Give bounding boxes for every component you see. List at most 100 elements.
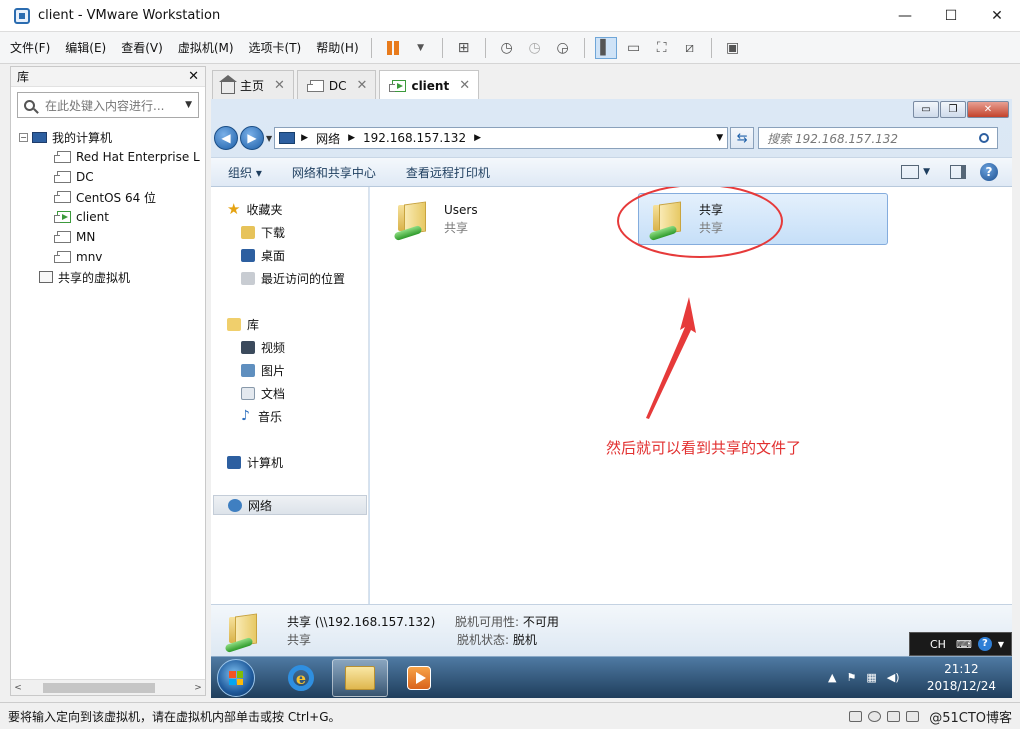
help-icon[interactable]: ?: [980, 163, 998, 181]
chevron-down-icon[interactable]: ▼: [998, 640, 1004, 649]
show-hidden-icons-icon[interactable]: ▲: [828, 671, 836, 684]
pause-dropdown-button[interactable]: ▼: [410, 37, 432, 59]
videos-icon: [241, 340, 255, 354]
scroll-right-icon[interactable]: >: [191, 683, 205, 693]
desktop-icon: [241, 248, 255, 262]
tree-vm-item-active[interactable]: client: [11, 207, 205, 227]
menu-vm[interactable]: 虚拟机(M): [173, 39, 239, 56]
nav-recent[interactable]: 最近访问的位置: [241, 268, 345, 288]
maximize-button[interactable]: ☐: [928, 0, 974, 32]
nav-network[interactable]: 网络: [213, 495, 367, 515]
chevron-down-icon[interactable]: ▼: [185, 100, 192, 110]
tab-close-icon[interactable]: ✕: [459, 78, 470, 93]
menu-help[interactable]: 帮助(H): [311, 39, 363, 56]
tab-client[interactable]: client ✕: [379, 70, 480, 100]
status-message: 要将输入定向到该虚拟机，请在虚拟机内部单击或按 Ctrl+G。: [8, 709, 341, 724]
tree-shared-vms[interactable]: 共享的虚拟机: [11, 267, 205, 287]
explorer-search-input[interactable]: 搜索 192.168.157.132: [758, 127, 999, 149]
tree-vm-item[interactable]: mnv: [11, 247, 205, 267]
snapshot-manager-button[interactable]: ◶: [552, 37, 574, 59]
nav-downloads[interactable]: 下载: [241, 222, 285, 242]
language-bar[interactable]: CH ⌨ ? ▼: [909, 632, 1012, 656]
hard-disk-icon[interactable]: [849, 710, 863, 722]
view-remote-printers-button[interactable]: 查看远程打印机: [391, 164, 505, 181]
nav-label: 最近访问的位置: [261, 271, 346, 286]
view-dropdown-icon[interactable]: ▼: [923, 167, 930, 177]
network-adapter-icon[interactable]: [887, 710, 901, 722]
refresh-button[interactable]: ⇆: [730, 127, 755, 149]
tab-close-icon[interactable]: ✕: [357, 78, 368, 93]
console-view-button[interactable]: ▣: [722, 37, 744, 59]
chevron-right-icon[interactable]: ▶: [348, 133, 355, 143]
scroll-left-icon[interactable]: <: [11, 683, 25, 693]
chevron-right-icon[interactable]: ▶: [474, 133, 481, 143]
volume-icon[interactable]: ◀): [887, 671, 900, 684]
help-icon[interactable]: ?: [977, 637, 992, 651]
vm-icon: [306, 79, 324, 92]
tab-close-icon[interactable]: ✕: [274, 78, 285, 93]
clock[interactable]: 21:12 2018/12/24: [927, 661, 996, 695]
taskbar-ie[interactable]: e: [273, 659, 329, 697]
tree-label: MN: [76, 230, 96, 244]
vm-console[interactable]: ▭ ❐ ✕ ◀ ▶ ▼ ▶ 网络 ▶ 192.168.157.132 ▶ ▼ ⇆…: [211, 99, 1012, 698]
tree-vm-item[interactable]: DC: [11, 167, 205, 187]
network-status-icon[interactable]: ▦: [866, 671, 876, 684]
send-ctrl-alt-del-button[interactable]: ⊞: [453, 37, 475, 59]
minimize-button[interactable]: —: [882, 0, 928, 32]
show-library-button[interactable]: ▌: [594, 36, 617, 59]
taskbar-media-player[interactable]: [391, 659, 447, 697]
back-button[interactable]: ◀: [214, 126, 238, 150]
address-dropdown-icon[interactable]: ▼: [716, 133, 723, 143]
explorer-close-button[interactable]: ✕: [967, 101, 1009, 118]
taskbar-explorer[interactable]: [332, 659, 388, 697]
close-button[interactable]: ✕: [974, 0, 1020, 32]
organize-button[interactable]: 组织 ▾: [211, 164, 277, 181]
change-view-icon[interactable]: [901, 165, 920, 179]
tab-home[interactable]: 主页 ✕: [212, 70, 294, 100]
collapse-icon[interactable]: −: [19, 132, 28, 142]
nav-computer[interactable]: 计算机: [227, 452, 283, 472]
nav-videos[interactable]: 视频: [241, 337, 285, 357]
language-indicator[interactable]: CH: [930, 638, 946, 651]
thumbnail-bar-button[interactable]: ▭: [623, 37, 645, 59]
keyboard-icon[interactable]: ⌨: [956, 638, 972, 651]
nav-documents[interactable]: 文档: [241, 383, 285, 403]
unity-button[interactable]: ⧄: [679, 37, 701, 59]
tree-vm-item[interactable]: CentOS 64 位: [11, 187, 205, 207]
sound-card-icon[interactable]: [906, 710, 920, 722]
library-horizontal-scrollbar[interactable]: < >: [11, 679, 205, 695]
menu-view[interactable]: 查看(V): [116, 39, 168, 56]
nav-desktop[interactable]: 桌面: [241, 245, 285, 265]
pause-button[interactable]: [382, 37, 404, 59]
library-close-icon[interactable]: ✕: [188, 69, 199, 84]
library-search-input[interactable]: 在此处键入内容进行... ▼: [17, 92, 199, 118]
menu-tabs[interactable]: 选项卡(T): [244, 39, 307, 56]
cd-drive-icon[interactable]: [868, 710, 882, 722]
nav-pictures[interactable]: 图片: [241, 360, 285, 380]
explorer-restore-button[interactable]: ❐: [940, 101, 966, 118]
action-center-icon[interactable]: ⚑: [846, 671, 856, 684]
preview-pane-icon[interactable]: [950, 165, 966, 179]
tree-vm-item[interactable]: MN: [11, 227, 205, 247]
forward-button[interactable]: ▶: [240, 126, 264, 150]
scroll-thumb[interactable]: [43, 682, 155, 693]
start-button[interactable]: [217, 659, 255, 697]
nav-music[interactable]: ♪ 音乐: [241, 406, 282, 426]
nav-favorites[interactable]: ★ 收藏夹: [227, 199, 282, 219]
menu-edit[interactable]: 编辑(E): [60, 39, 111, 56]
address-bar[interactable]: ▶ 网络 ▶ 192.168.157.132 ▶ ▼: [274, 127, 729, 149]
menu-file[interactable]: 文件(F): [5, 39, 55, 56]
breadcrumb-host[interactable]: 192.168.157.132: [363, 131, 466, 145]
nav-libraries[interactable]: 库: [227, 314, 259, 334]
chevron-right-icon[interactable]: ▶: [301, 133, 308, 143]
history-dropdown-icon[interactable]: ▼: [266, 134, 272, 143]
revert-snapshot-button[interactable]: ◷: [524, 37, 546, 59]
explorer-minimize-button[interactable]: ▭: [913, 101, 939, 118]
tree-vm-item[interactable]: Red Hat Enterprise L: [11, 147, 205, 167]
tab-dc[interactable]: DC ✕: [296, 70, 377, 100]
network-sharing-center-button[interactable]: 网络和共享中心: [277, 164, 391, 181]
tree-my-computer[interactable]: − 我的计算机: [11, 127, 205, 147]
snapshot-button[interactable]: ◷: [496, 37, 518, 59]
fullscreen-button[interactable]: ⛶: [651, 37, 673, 59]
breadcrumb-network[interactable]: 网络: [316, 130, 340, 147]
